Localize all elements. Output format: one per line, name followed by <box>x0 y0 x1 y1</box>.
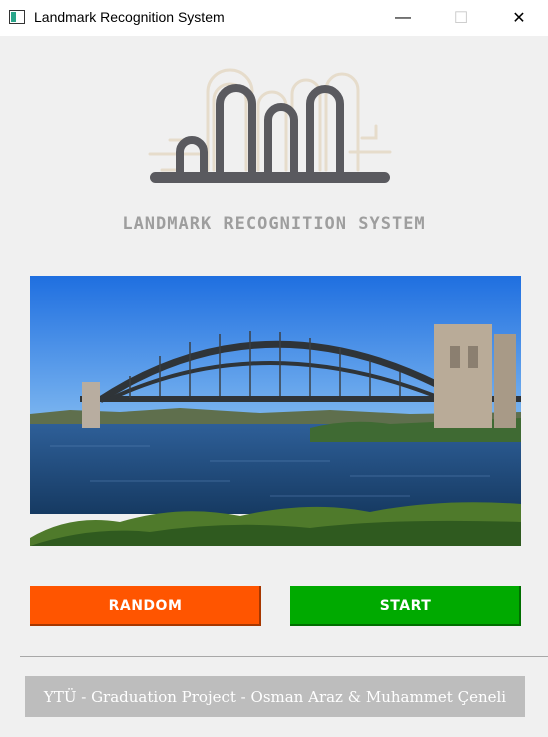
landmark-preview-image <box>30 276 521 546</box>
minimize-button[interactable]: — <box>380 0 426 36</box>
app-title: LANDMARK RECOGNITION SYSTEM <box>122 214 426 234</box>
landmark-skyline-icon <box>148 68 392 183</box>
maximize-button[interactable]: ☐ <box>438 0 484 36</box>
credits-footer: YTÜ - Graduation Project - Osman Araz & … <box>25 676 525 717</box>
start-button[interactable]: START <box>290 586 521 626</box>
divider <box>20 656 548 657</box>
credits-text: YTÜ - Graduation Project - Osman Araz & … <box>43 687 507 706</box>
close-icon: ✕ <box>512 10 526 27</box>
minimize-icon: — <box>395 9 411 26</box>
random-button[interactable]: RANDOM <box>30 586 261 626</box>
close-button[interactable]: ✕ <box>496 0 542 36</box>
maximize-icon: ☐ <box>453 10 469 27</box>
window-title: Landmark Recognition System <box>34 9 225 25</box>
app-window-icon <box>9 10 25 24</box>
title-bar: Landmark Recognition System — ☐ ✕ <box>0 0 548 36</box>
